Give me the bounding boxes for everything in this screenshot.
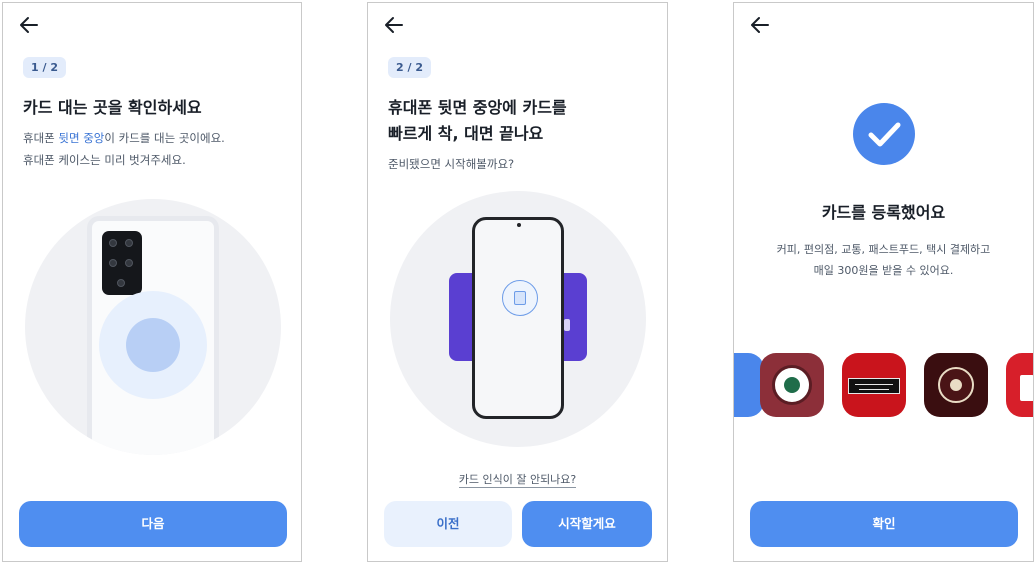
nfc-icon <box>502 280 538 316</box>
partner-logo-red <box>1006 353 1033 417</box>
help-link-text[interactable]: 카드 인식이 잘 안되나요? <box>458 473 577 488</box>
check-icon <box>853 103 915 165</box>
start-button[interactable]: 시작할게요 <box>522 501 652 547</box>
wordmark-line <box>855 384 893 385</box>
tomntoms-emblem <box>772 365 812 405</box>
phone-camera-notch <box>517 223 521 227</box>
description-line-1: 휴대폰 뒷면 중앙이 카드를 대는 곳이에요. <box>23 127 225 149</box>
tap-area-dot <box>126 318 180 372</box>
card-recognition-help-link[interactable]: 카드 인식이 잘 안되나요? <box>368 471 667 488</box>
card-icon <box>514 291 526 305</box>
description-line-2: 휴대폰 케이스는 미리 벗겨주세요. <box>23 153 186 167</box>
registration-complete-screen: 카드를 등록했어요 커피, 편의점, 교통, 패스트푸드, 택시 결제하고 매일… <box>733 2 1034 562</box>
tap-card-screen: 2 / 2 휴대폰 뒷면 중앙에 카드를 빠르게 착, 대면 끝나요 준비됐으면… <box>367 2 668 562</box>
card-chip <box>564 319 570 331</box>
logo-mark <box>1020 375 1033 401</box>
page-title: 카드 대는 곳을 확인하세요 <box>23 98 202 117</box>
card-position-screen: 1 / 2 카드 대는 곳을 확인하세요 휴대폰 뒷면 중앙이 카드를 대는 곳… <box>2 2 302 562</box>
page-title: 카드를 등록했어요 <box>821 203 946 222</box>
camera-lens <box>125 239 133 247</box>
emblem-center <box>784 377 800 393</box>
back-arrow-icon[interactable] <box>748 13 772 37</box>
camera-lens <box>109 239 117 247</box>
twosome-wordmark <box>848 378 900 394</box>
page-title-line-1: 휴대폰 뒷면 중앙에 카드를 <box>388 98 567 117</box>
coffee-bean-emblem <box>938 367 974 403</box>
back-arrow-icon[interactable] <box>17 13 41 37</box>
step-indicator: 1 / 2 <box>23 57 66 78</box>
twosome-place-logo <box>842 353 906 417</box>
onboarding-stage: 1 / 2 카드 대는 곳을 확인하세요 휴대폰 뒷면 중앙이 카드를 대는 곳… <box>0 0 1036 564</box>
tomntoms-logo <box>760 353 824 417</box>
next-button[interactable]: 다음 <box>19 501 287 547</box>
wordmark-line <box>859 389 889 390</box>
camera-lens <box>109 259 117 267</box>
back-arrow-icon[interactable] <box>382 13 406 37</box>
description-line-1: 커피, 편의점, 교통, 패스트푸드, 택시 결제하고 <box>776 243 991 256</box>
description: 커피, 편의점, 교통, 패스트푸드, 택시 결제하고 매일 300원을 받을 … <box>734 239 1033 281</box>
description-text: 이 카드를 대는 곳이에요. <box>104 131 225 145</box>
phone-back-illustration <box>25 199 281 455</box>
camera-lens <box>125 259 133 267</box>
camera-lens <box>117 279 125 287</box>
description-line-2: 매일 300원을 받을 수 있어요. <box>813 264 954 277</box>
previous-button[interactable]: 이전 <box>384 501 512 547</box>
tap-area-highlight <box>99 291 207 399</box>
description: 준비됐으면 시작해볼까요? <box>388 157 515 171</box>
highlight-text: 뒷면 중앙 <box>58 131 105 145</box>
coffee-bean-logo <box>924 353 988 417</box>
camera-module <box>102 231 142 295</box>
phone-front-illustration <box>472 217 564 419</box>
page-title-line-2: 빠르게 착, 대면 끝나요 <box>388 124 544 143</box>
confirm-button[interactable]: 확인 <box>750 501 1018 547</box>
step-indicator: 2 / 2 <box>388 57 431 78</box>
description-text: 휴대폰 <box>23 131 59 145</box>
emblem-center <box>950 379 962 391</box>
